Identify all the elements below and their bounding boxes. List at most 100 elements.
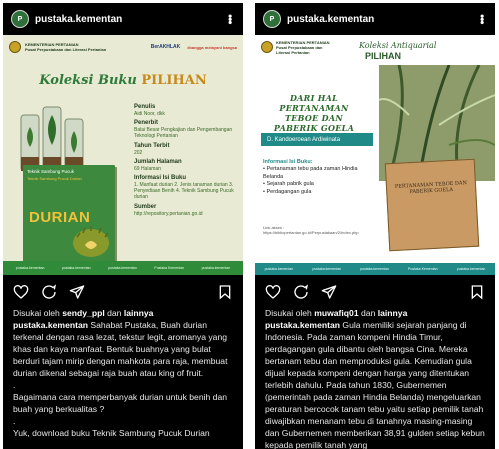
durian-fruit-illustration	[73, 226, 109, 257]
post-caption: Disukai oleh muwafiq01 dan lainnya pusta…	[255, 307, 495, 449]
social-handle: pustaka.kementan	[108, 266, 137, 270]
caption-username[interactable]: pustaka.kementan	[265, 320, 340, 330]
durian-seedling-jars-illustration	[20, 106, 84, 172]
info-item-text: Pertanaman tebu pada zaman Hindia Beland…	[263, 166, 358, 180]
instagram-post-right: P pustaka.kementan ••• KEMENTERIAN PERTA…	[255, 3, 495, 449]
bookmark-icon[interactable]	[469, 284, 485, 300]
post-username[interactable]: pustaka.kementan	[287, 14, 477, 25]
liked-by-user[interactable]: muwafiq01	[314, 308, 358, 318]
info-value-contents: 1. Manfaat durian 2. Jenis tanaman duria…	[134, 182, 234, 201]
caption-text: pustaka.kementan Gula memiliki sejarah p…	[265, 319, 485, 449]
likes-suffix: dan	[107, 308, 122, 318]
caption-username[interactable]: pustaka.kementan	[13, 320, 88, 330]
book-cover-publisher: Teknik Sambung Pucuk	[27, 169, 75, 174]
liked-by-user[interactable]: sendy_ppl	[62, 308, 105, 318]
bookmark-icon[interactable]	[217, 284, 233, 300]
info-value-source: http://repository.pertanian.go.id	[134, 210, 203, 217]
info-value-year: 202	[134, 149, 143, 156]
social-handle: pustaka.kementan	[62, 266, 91, 270]
post-header: P pustaka.kementan •••	[3, 3, 243, 35]
social-handle: pustaka.kementan	[15, 266, 45, 270]
antique-book-photo: PERTANAMAN TEBOE DAN PABERIK GOELA	[384, 158, 480, 252]
info-value-pages: 69 Halaman	[134, 165, 161, 172]
book-info: Informasi Isi Buku: • Pertanaman tebu pa…	[263, 159, 369, 196]
collection-title-main: Koleksi Buku	[39, 73, 137, 88]
info-label: Informasi Isi Buku:	[263, 159, 313, 165]
comment-icon[interactable]	[41, 284, 57, 300]
book-info-column: Penulis Aidi Noor, dkk Penerbit Balai Be…	[134, 101, 238, 217]
org-name: KEMENTERIAN PERTANIAN Pusat Perpustakaan…	[276, 39, 330, 55]
info-label-year: Tahun Terbit	[134, 142, 170, 149]
social-handle: Pustaka Kementan	[154, 266, 184, 270]
likes-prefix: Disukai oleh	[13, 308, 60, 318]
more-options-icon[interactable]: •••	[223, 14, 237, 24]
collection-antiquarial-label: Koleksi Antiquarial	[359, 41, 437, 50]
profile-avatar[interactable]: P	[11, 10, 29, 28]
post-header: P pustaka.kementan •••	[255, 3, 495, 35]
social-handle: pustaka.kementan	[264, 267, 294, 271]
likes-line: Disukai oleh muwafiq01 dan lainnya	[265, 307, 485, 319]
info-value-publisher: Balai Besar Pengkajian dan Pengembangan …	[134, 127, 233, 140]
social-footer: pustaka.kementan pustaka.kementan pustak…	[3, 261, 243, 275]
likes-suffix: dan	[361, 308, 376, 318]
kementan-logo	[261, 41, 273, 53]
social-footer: pustaka.kementan pustaka.kementan pustak…	[255, 263, 495, 275]
bangga-melayani-logo: #bangga melayani bangsa	[187, 44, 237, 50]
post-image[interactable]: KEMENTERIAN PERTANIAN Pusat Perpustakaan…	[255, 35, 495, 275]
info-item: • Pertanaman tebu pada zaman Hindia Bela…	[263, 166, 358, 180]
share-icon[interactable]	[321, 284, 337, 300]
comment-icon[interactable]	[293, 284, 309, 300]
heart-icon[interactable]	[13, 284, 29, 300]
berakhlak-logo: BerAKHLAK	[150, 44, 181, 50]
book-cover: Teknik Sambung Pucuk Teknik Sambung Pucu…	[23, 165, 115, 263]
access-link-url: https://bibliopertanian.go.id/Perpustaka…	[263, 230, 359, 236]
kementan-logo	[9, 41, 21, 53]
info-item: • Sejarah pabrik gula	[263, 181, 314, 188]
info-label-publisher: Penerbit	[134, 120, 159, 127]
caption-dot: .	[13, 416, 16, 426]
liked-by-others[interactable]: lainnya	[124, 308, 154, 318]
avatar-glyph: P	[269, 15, 275, 23]
info-item: • Perdagangan gula	[263, 188, 312, 195]
caption-text: pustaka.kementan Sahabat Pustaka, Buah d…	[13, 319, 233, 379]
social-handle: Pustaka Kementan	[407, 267, 438, 271]
post-caption: Disukai oleh sendy_ppl dan lainnya pusta…	[3, 307, 243, 439]
caption-body: Gula memiliki sejarah panjang di Indones…	[265, 320, 485, 449]
social-handle: pustaka.kementan	[360, 267, 389, 271]
collection-title: Koleksi Buku PILIHAN	[3, 73, 243, 88]
social-handle: pustaka.kementan	[312, 267, 341, 271]
post-username[interactable]: pustaka.kementan	[35, 14, 225, 25]
antique-book-cover-text: PERTANAMAN TEBOE DAN PABERIK GOELA	[394, 180, 468, 196]
org-header: KEMENTERIAN PERTANIAN Pusat Perpustakaan…	[9, 39, 237, 55]
info-label-author: Penulis	[134, 104, 156, 110]
avatar-glyph: P	[17, 15, 23, 23]
info-label-pages: Jumlah Halaman	[134, 158, 182, 165]
info-value-author: Aidi Noor, dkk	[134, 111, 165, 117]
share-icon[interactable]	[69, 284, 85, 300]
info-item-text: Sejarah pabrik gula	[266, 181, 314, 188]
liked-by-others[interactable]: lainnya	[378, 308, 408, 318]
author-bar: D. Kandoeroean Ardiwinata	[261, 133, 373, 146]
post-image[interactable]: KEMENTERIAN PERTANIAN Pusat Perpustakaan…	[3, 35, 243, 275]
likes-line: Disukai oleh sendy_ppl dan lainnya	[13, 307, 233, 319]
likes-prefix: Disukai oleh	[265, 308, 312, 318]
caption-cta: Yuk, download buku Teknik Sambung Pucuk …	[13, 428, 210, 438]
info-label-contents: Informasi Isi Buku	[134, 175, 187, 182]
caption-dot: .	[13, 380, 16, 390]
access-link: Link akses : https://bibliopertanian.go.…	[263, 225, 363, 235]
org-header: KEMENTERIAN PERTANIAN Pusat Perpustakaan…	[261, 39, 361, 55]
social-handle: pustaka.kementan	[456, 267, 486, 271]
org-name: KEMENTERIAN PERTANIAN Pusat Perpustakaan…	[25, 42, 107, 52]
instagram-post-left: P pustaka.kementan ••• KEMENTERIAN PERTA…	[3, 3, 243, 449]
heart-icon[interactable]	[265, 284, 281, 300]
book-cover-subtitle: Teknik Sambung Pucuk Durian	[27, 176, 82, 181]
social-handle: pustaka.kementan	[201, 266, 231, 270]
caption-question: Bagaimana cara memperbanyak durian untuk…	[13, 392, 228, 414]
collection-pilihan-label: PILIHAN	[365, 51, 401, 61]
info-item-text: Perdagangan gula	[266, 188, 312, 195]
more-options-icon[interactable]: •••	[475, 14, 489, 24]
post-actions	[3, 281, 243, 303]
book-title: DARI HAL PERTANAMAN TEBOE DAN PABERIK GO…	[273, 93, 355, 133]
post-actions	[255, 281, 495, 303]
profile-avatar[interactable]: P	[263, 10, 281, 28]
